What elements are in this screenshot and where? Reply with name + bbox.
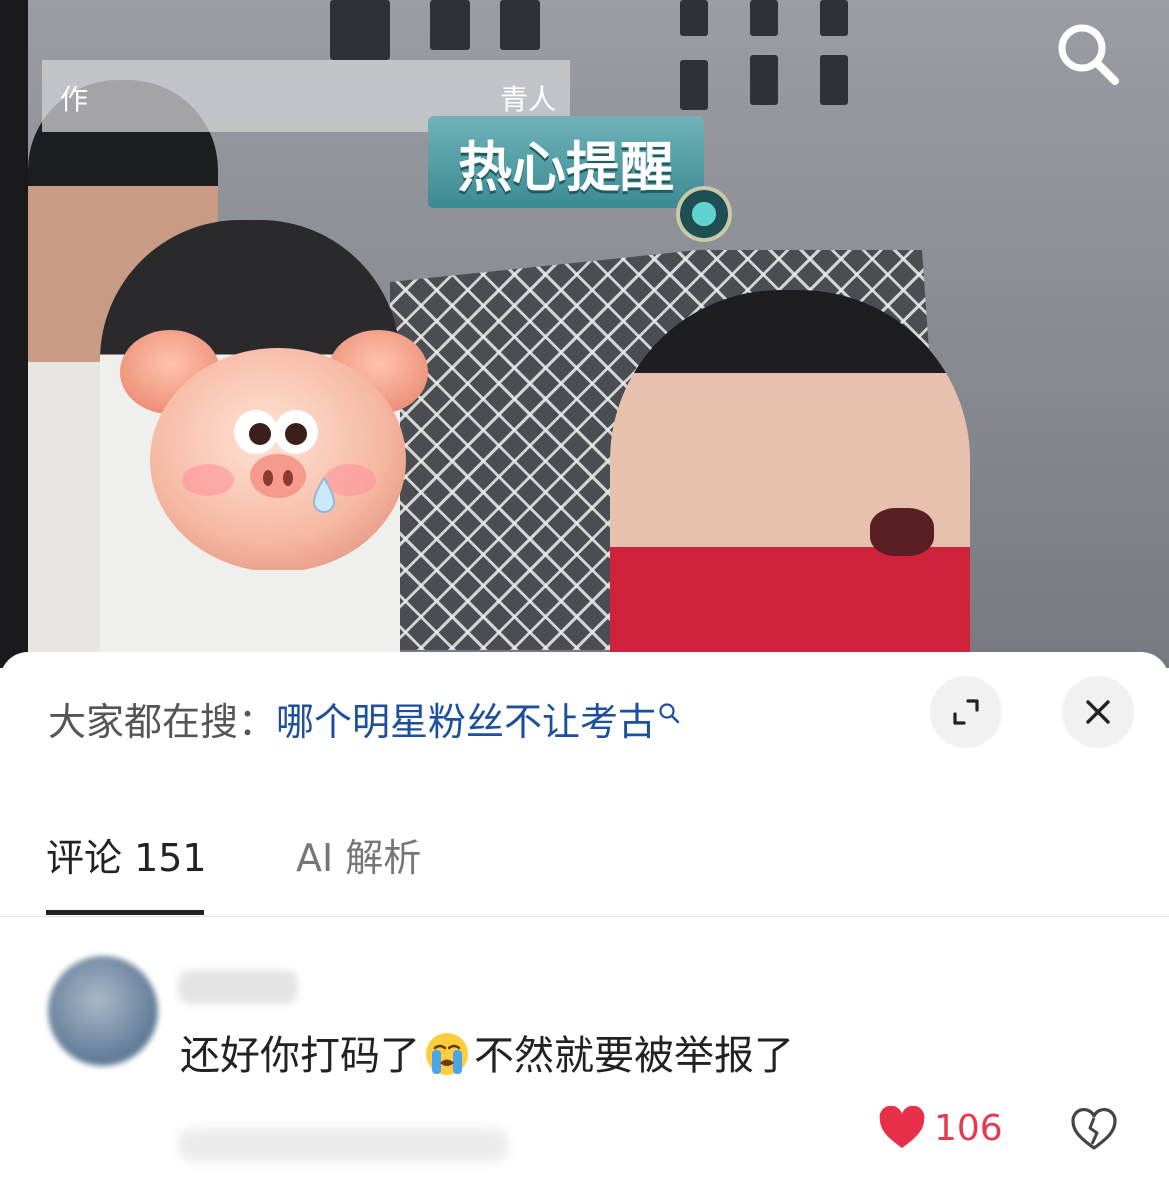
wall-pillar <box>680 0 708 36</box>
comment-sheet: 大家都在搜：哪个明星粉丝不让考古 评论 151 AI 解析 还好你打码了 不然就… <box>0 652 1169 1182</box>
broken-heart-icon <box>1071 1108 1117 1150</box>
avatar[interactable] <box>48 956 158 1066</box>
comment-meta-blurred <box>178 1128 508 1162</box>
like-count: 106 <box>934 1107 1003 1149</box>
search-small-icon <box>659 703 680 724</box>
pig-face-sticker <box>120 330 428 570</box>
hot-search-query-link[interactable]: 哪个明星粉丝不让考古 <box>276 700 656 744</box>
person-right-mouth <box>870 508 934 556</box>
wall-pillar <box>750 0 778 36</box>
expand-button[interactable] <box>930 676 1002 748</box>
search-button[interactable] <box>1052 18 1124 90</box>
comment-text-part2: 不然就要被举报了 <box>474 1033 794 1079</box>
expand-icon <box>953 699 979 725</box>
hot-search-bar: 大家都在搜：哪个明星粉丝不让考古 <box>48 696 680 748</box>
active-tab-indicator <box>46 910 204 915</box>
comment-text-part1: 还好你打码了 <box>180 1033 420 1079</box>
comment-tabs: 评论 151 AI 解析 <box>0 830 1169 917</box>
loudly-crying-face-icon <box>426 1033 468 1075</box>
comment-item: 还好你打码了 不然就要被举报了 106 <box>0 922 1169 1182</box>
tab-ai-analysis[interactable]: AI 解析 <box>296 830 421 886</box>
hot-tip-sticker: 热心提醒 <box>428 116 704 208</box>
search-icon <box>1058 24 1119 85</box>
wall-pillar <box>680 60 708 110</box>
caption-left-text: 作 <box>60 83 89 116</box>
like-button[interactable]: 106 <box>878 1106 1003 1150</box>
lens-icon <box>676 186 732 242</box>
wall-pillar <box>430 0 470 50</box>
wall-pillar <box>820 55 848 105</box>
video-frame[interactable]: 作 青人 热心提醒 <box>0 0 1169 668</box>
hot-search-label: 大家都在搜： <box>48 700 277 744</box>
person-right <box>610 290 970 668</box>
wall-pillar <box>330 0 390 60</box>
username-blurred[interactable] <box>178 970 298 1004</box>
close-icon <box>1086 700 1110 724</box>
heart-icon <box>879 1106 925 1148</box>
caption-right-text: 青人 <box>500 83 557 116</box>
comment-text: 还好你打码了 不然就要被举报了 <box>180 1030 794 1082</box>
wall-pillar <box>750 55 778 105</box>
wall-pillar <box>820 0 848 36</box>
tab-comments[interactable]: 评论 151 <box>46 830 207 886</box>
video-left-edge <box>0 0 28 668</box>
close-button[interactable] <box>1062 676 1134 748</box>
dislike-button[interactable] <box>1070 1106 1118 1154</box>
wall-pillar <box>500 0 540 50</box>
